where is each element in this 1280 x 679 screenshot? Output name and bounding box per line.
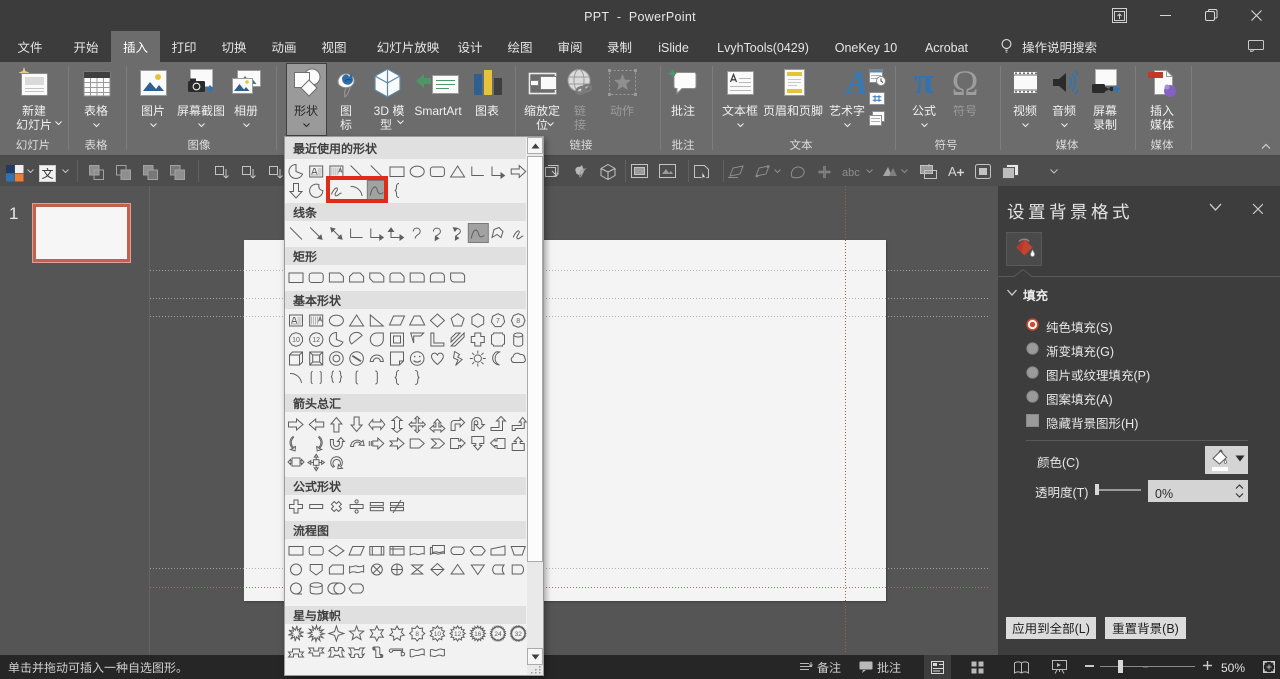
svg-text:8: 8 xyxy=(516,318,520,325)
svg-text:8: 8 xyxy=(415,631,419,638)
svg-text:24: 24 xyxy=(494,631,502,638)
svg-text:文: 文 xyxy=(41,165,53,182)
svg-text:7: 7 xyxy=(496,318,500,325)
svg-text:10: 10 xyxy=(292,337,300,344)
svg-text:A: A xyxy=(948,164,957,179)
svg-text:16: 16 xyxy=(474,631,482,638)
svg-text:12: 12 xyxy=(312,337,320,344)
svg-text:abc: abc xyxy=(842,167,860,178)
svg-text:10: 10 xyxy=(434,631,442,638)
svg-text:32: 32 xyxy=(515,631,523,638)
svg-text:12: 12 xyxy=(454,631,462,638)
